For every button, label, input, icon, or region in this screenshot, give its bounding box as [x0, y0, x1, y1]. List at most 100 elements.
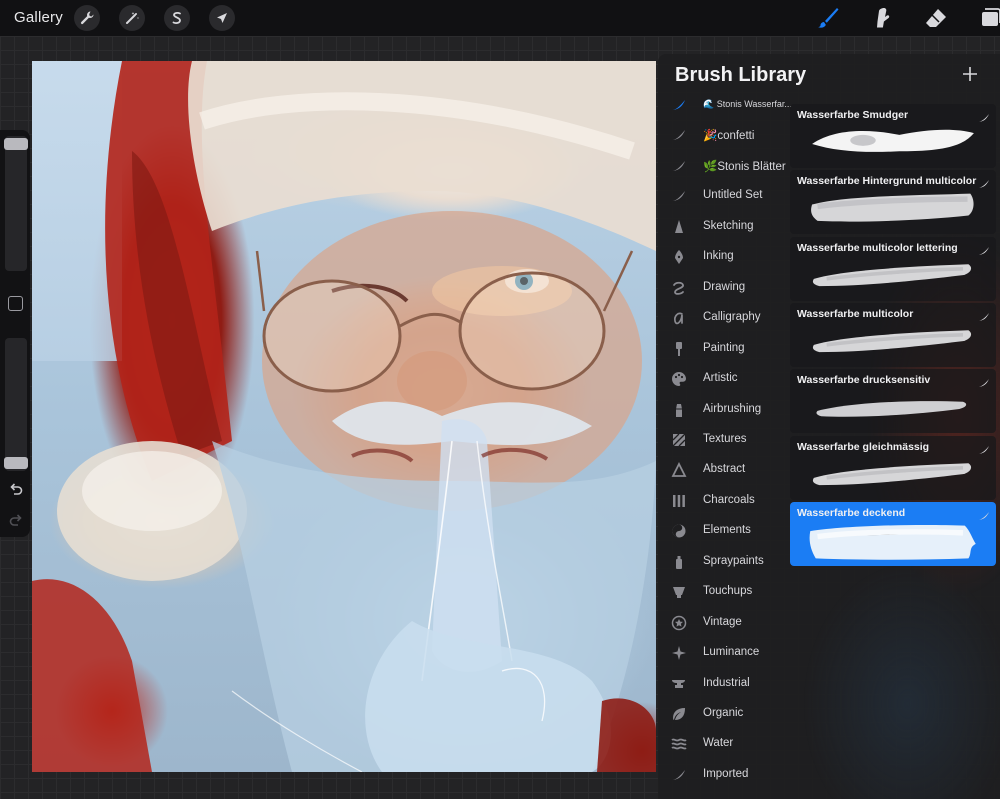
smudge-finger-icon — [877, 8, 890, 28]
charcoal-bars-icon — [670, 492, 688, 510]
smudge-tool-button[interactable] — [868, 4, 896, 32]
brush-set-item[interactable]: Charcoals — [658, 486, 788, 516]
brush-set-item[interactable]: Airbrushing — [658, 395, 788, 425]
brush-name: Wasserfarbe Smudger — [797, 109, 909, 121]
yin-yang-icon — [670, 522, 688, 540]
brush-size-slider[interactable] — [4, 136, 28, 271]
actions-button[interactable] — [74, 5, 100, 31]
brush-name: Wasserfarbe multicolor lettering — [797, 241, 958, 254]
brush-stroke-preview — [800, 190, 986, 230]
panel-title: Brush Library — [675, 64, 807, 86]
brush-opacity-slider-thumb[interactable] — [4, 456, 28, 469]
brush-set-label: Organic — [703, 707, 744, 719]
redo-button[interactable] — [7, 511, 25, 529]
brush-set-item[interactable]: Textures — [658, 425, 788, 455]
brush-tool-button[interactable] — [814, 4, 842, 32]
brush-set-label: 🌿Stonis Blätter — [703, 160, 786, 173]
eraser-icon — [926, 9, 946, 27]
brush-card[interactable]: Wasserfarbe Hintergrund multicolor — [790, 170, 996, 235]
brush-set-label: Abstract — [703, 463, 746, 476]
brush-set-label: Elements — [703, 524, 751, 537]
brush-stroke-preview — [800, 257, 986, 297]
brush-set-label: Luminance — [703, 646, 760, 659]
brush-set-item[interactable]: Touchups — [658, 577, 788, 607]
brush-set-label: Spraypaints — [703, 554, 764, 567]
brush-set-item[interactable]: Luminance — [658, 638, 788, 668]
left-sidebar — [0, 130, 30, 537]
brush-set-item[interactable]: Imported — [658, 760, 788, 790]
brush-set-label: Sketching — [703, 219, 754, 232]
santa-painting — [32, 61, 656, 772]
brush-set-item[interactable]: Vintage — [658, 608, 788, 638]
adjustments-button[interactable] — [119, 5, 145, 31]
pen-pressure-icon — [978, 110, 990, 122]
brush-set-item[interactable]: Water — [658, 729, 788, 759]
brush-set-item[interactable]: Untitled Set — [658, 181, 788, 211]
brush-set-label: Calligraphy — [703, 311, 761, 324]
ink-nib-icon — [670, 248, 688, 266]
brush-set-item[interactable]: 🌊 Stonis Wasserfar... — [658, 90, 792, 120]
brush-opacity-slider[interactable] — [4, 338, 28, 471]
brush-set-item[interactable]: Drawing — [658, 273, 788, 303]
brush-set-item[interactable]: Organic — [658, 699, 788, 729]
brush-set-label: Untitled Set — [703, 189, 763, 202]
layers-tool-button[interactable] — [976, 4, 1000, 32]
top-toolbar: Gallery — [0, 0, 1000, 36]
brush-set-label: Airbrushing — [703, 402, 762, 415]
transform-button[interactable] — [209, 5, 235, 31]
brush-card[interactable]: Wasserfarbe multicolor lettering — [790, 236, 996, 301]
selection-button[interactable] — [164, 5, 190, 31]
brush-set-item[interactable]: Painting — [658, 334, 788, 364]
brush-set-item[interactable]: Elements — [658, 516, 788, 546]
add-brush-button[interactable] — [960, 64, 980, 84]
brush-stroke-preview — [800, 124, 986, 164]
pen-pressure-icon — [978, 508, 990, 520]
brush-stroke-icon — [670, 157, 688, 175]
brush-size-slider-thumb[interactable] — [4, 138, 28, 151]
undo-button[interactable] — [7, 480, 25, 498]
magic-wand-icon — [126, 12, 139, 24]
pen-pressure-icon — [978, 243, 990, 255]
brush-card[interactable]: Wasserfarbe deckend — [790, 501, 996, 566]
brush-stroke-icon — [670, 766, 688, 784]
brush-set-item[interactable]: Spraypaints — [658, 547, 788, 577]
gallery-button[interactable]: Gallery — [14, 9, 63, 26]
palette-icon — [670, 370, 688, 388]
brush-set-item[interactable]: Sketching — [658, 212, 788, 242]
brush-set-label: Industrial — [703, 676, 750, 689]
sparkle-icon — [670, 644, 688, 662]
brush-set-label: Textures — [703, 432, 747, 445]
brush-name: Wasserfarbe multicolor — [797, 307, 914, 320]
eraser-tool-button[interactable] — [922, 4, 950, 32]
pen-pressure-icon — [978, 442, 990, 454]
brush-set-label: Touchups — [703, 585, 753, 598]
brush-stroke-preview — [800, 456, 986, 496]
brush-icon — [818, 8, 839, 28]
brush-set-item[interactable]: Abstract — [658, 455, 788, 485]
squiggle-icon — [670, 279, 688, 297]
brush-set-item[interactable]: 🎉confetti — [658, 120, 788, 150]
painting-canvas[interactable] — [32, 61, 656, 772]
arrow-cursor-icon — [217, 13, 227, 23]
brush-name: Wasserfarbe drucksensitiv — [797, 374, 931, 387]
brush-set-label: Drawing — [703, 280, 746, 293]
calligraphy-a-icon — [670, 309, 688, 327]
plus-icon — [963, 67, 977, 81]
modify-button[interactable] — [8, 296, 23, 311]
brush-set-item[interactable]: Calligraphy — [658, 303, 788, 333]
brush-set-item[interactable]: Artistic — [658, 364, 788, 394]
brush-card[interactable]: Wasserfarbe gleichmässig — [790, 435, 996, 500]
brush-name: Wasserfarbe deckend — [797, 506, 906, 519]
brush-stroke-icon — [670, 126, 688, 144]
star-circle-icon — [670, 614, 688, 632]
brush-card[interactable]: Wasserfarbe Smudger — [790, 104, 996, 168]
brush-set-item[interactable]: Inking — [658, 242, 788, 272]
brush-card[interactable]: Wasserfarbe drucksensitiv — [790, 369, 996, 434]
anvil-icon — [670, 675, 688, 693]
brush-set-item[interactable]: Industrial — [658, 669, 788, 699]
brush-set-item[interactable]: 🌿Stonis Blätter — [658, 151, 788, 181]
brush-set-label: Imported — [703, 767, 749, 780]
brush-set-label: Vintage — [703, 615, 742, 628]
triangle-icon — [670, 461, 688, 479]
brush-card[interactable]: Wasserfarbe multicolor — [790, 302, 996, 367]
